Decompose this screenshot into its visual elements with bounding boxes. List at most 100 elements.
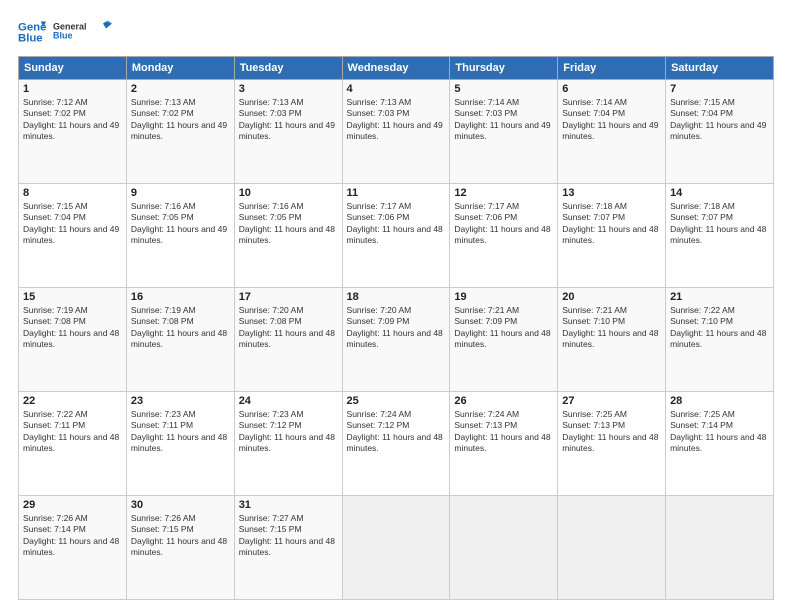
- day-number: 20: [562, 291, 661, 303]
- header-row: SundayMondayTuesdayWednesdayThursdayFrid…: [19, 57, 774, 80]
- day-info: Sunrise: 7:26 AMSunset: 7:15 PMDaylight:…: [131, 513, 227, 557]
- svg-text:Blue: Blue: [53, 31, 73, 41]
- day-info: Sunrise: 7:22 AMSunset: 7:10 PMDaylight:…: [670, 305, 766, 349]
- day-number: 28: [670, 395, 769, 407]
- day-info: Sunrise: 7:18 AMSunset: 7:07 PMDaylight:…: [562, 201, 658, 245]
- day-info: Sunrise: 7:25 AMSunset: 7:13 PMDaylight:…: [562, 409, 658, 453]
- calendar-cell: 2 Sunrise: 7:13 AMSunset: 7:02 PMDayligh…: [126, 80, 234, 184]
- weekday-header-saturday: Saturday: [666, 57, 774, 80]
- day-info: Sunrise: 7:18 AMSunset: 7:07 PMDaylight:…: [670, 201, 766, 245]
- day-number: 9: [131, 187, 230, 199]
- day-info: Sunrise: 7:21 AMSunset: 7:09 PMDaylight:…: [454, 305, 550, 349]
- day-info: Sunrise: 7:20 AMSunset: 7:09 PMDaylight:…: [347, 305, 443, 349]
- calendar-cell: 27 Sunrise: 7:25 AMSunset: 7:13 PMDaylig…: [558, 392, 666, 496]
- day-number: 17: [239, 291, 338, 303]
- calendar-week-4: 22 Sunrise: 7:22 AMSunset: 7:11 PMDaylig…: [19, 392, 774, 496]
- day-info: Sunrise: 7:15 AMSunset: 7:04 PMDaylight:…: [670, 97, 766, 141]
- svg-text:Blue: Blue: [18, 33, 43, 45]
- calendar-cell: 30 Sunrise: 7:26 AMSunset: 7:15 PMDaylig…: [126, 496, 234, 600]
- calendar-cell: 25 Sunrise: 7:24 AMSunset: 7:12 PMDaylig…: [342, 392, 450, 496]
- calendar-cell: 24 Sunrise: 7:23 AMSunset: 7:12 PMDaylig…: [234, 392, 342, 496]
- day-info: Sunrise: 7:13 AMSunset: 7:03 PMDaylight:…: [347, 97, 443, 141]
- day-number: 15: [23, 291, 122, 303]
- calendar-week-5: 29 Sunrise: 7:26 AMSunset: 7:14 PMDaylig…: [19, 496, 774, 600]
- day-number: 30: [131, 499, 230, 511]
- calendar-cell: 7 Sunrise: 7:15 AMSunset: 7:04 PMDayligh…: [666, 80, 774, 184]
- day-number: 4: [347, 83, 446, 95]
- day-info: Sunrise: 7:17 AMSunset: 7:06 PMDaylight:…: [347, 201, 443, 245]
- calendar-cell: 5 Sunrise: 7:14 AMSunset: 7:03 PMDayligh…: [450, 80, 558, 184]
- calendar-cell: 10 Sunrise: 7:16 AMSunset: 7:05 PMDaylig…: [234, 184, 342, 288]
- calendar-cell: 18 Sunrise: 7:20 AMSunset: 7:09 PMDaylig…: [342, 288, 450, 392]
- weekday-header-friday: Friday: [558, 57, 666, 80]
- day-info: Sunrise: 7:25 AMSunset: 7:14 PMDaylight:…: [670, 409, 766, 453]
- day-info: Sunrise: 7:23 AMSunset: 7:12 PMDaylight:…: [239, 409, 335, 453]
- day-number: 23: [131, 395, 230, 407]
- calendar-table: SundayMondayTuesdayWednesdayThursdayFrid…: [18, 56, 774, 600]
- day-info: Sunrise: 7:19 AMSunset: 7:08 PMDaylight:…: [131, 305, 227, 349]
- calendar-body: 1 Sunrise: 7:12 AMSunset: 7:02 PMDayligh…: [19, 80, 774, 600]
- weekday-header-wednesday: Wednesday: [342, 57, 450, 80]
- day-number: 14: [670, 187, 769, 199]
- day-number: 22: [23, 395, 122, 407]
- calendar-cell: 15 Sunrise: 7:19 AMSunset: 7:08 PMDaylig…: [19, 288, 127, 392]
- day-number: 24: [239, 395, 338, 407]
- weekday-header-monday: Monday: [126, 57, 234, 80]
- day-number: 11: [347, 187, 446, 199]
- day-info: Sunrise: 7:12 AMSunset: 7:02 PMDaylight:…: [23, 97, 119, 141]
- day-info: Sunrise: 7:13 AMSunset: 7:02 PMDaylight:…: [131, 97, 227, 141]
- day-number: 31: [239, 499, 338, 511]
- calendar-cell: 31 Sunrise: 7:27 AMSunset: 7:15 PMDaylig…: [234, 496, 342, 600]
- calendar-cell: 3 Sunrise: 7:13 AMSunset: 7:03 PMDayligh…: [234, 80, 342, 184]
- calendar-cell: 23 Sunrise: 7:23 AMSunset: 7:11 PMDaylig…: [126, 392, 234, 496]
- page: General Blue General Blue SundayMondayTu…: [0, 0, 792, 612]
- calendar-cell: 12 Sunrise: 7:17 AMSunset: 7:06 PMDaylig…: [450, 184, 558, 288]
- day-info: Sunrise: 7:24 AMSunset: 7:13 PMDaylight:…: [454, 409, 550, 453]
- day-number: 2: [131, 83, 230, 95]
- day-number: 1: [23, 83, 122, 95]
- logo: General Blue General Blue: [18, 16, 112, 48]
- svg-text:General: General: [53, 22, 87, 32]
- day-info: Sunrise: 7:16 AMSunset: 7:05 PMDaylight:…: [131, 201, 227, 245]
- day-number: 6: [562, 83, 661, 95]
- calendar-cell: 13 Sunrise: 7:18 AMSunset: 7:07 PMDaylig…: [558, 184, 666, 288]
- day-number: 5: [454, 83, 553, 95]
- day-number: 3: [239, 83, 338, 95]
- calendar-cell: 1 Sunrise: 7:12 AMSunset: 7:02 PMDayligh…: [19, 80, 127, 184]
- day-info: Sunrise: 7:15 AMSunset: 7:04 PMDaylight:…: [23, 201, 119, 245]
- calendar-cell: 4 Sunrise: 7:13 AMSunset: 7:03 PMDayligh…: [342, 80, 450, 184]
- day-number: 18: [347, 291, 446, 303]
- calendar-cell: 9 Sunrise: 7:16 AMSunset: 7:05 PMDayligh…: [126, 184, 234, 288]
- day-info: Sunrise: 7:21 AMSunset: 7:10 PMDaylight:…: [562, 305, 658, 349]
- calendar-cell: 29 Sunrise: 7:26 AMSunset: 7:14 PMDaylig…: [19, 496, 127, 600]
- day-number: 7: [670, 83, 769, 95]
- calendar-cell: [558, 496, 666, 600]
- day-number: 16: [131, 291, 230, 303]
- calendar-cell: [450, 496, 558, 600]
- day-number: 8: [23, 187, 122, 199]
- day-number: 27: [562, 395, 661, 407]
- day-info: Sunrise: 7:26 AMSunset: 7:14 PMDaylight:…: [23, 513, 119, 557]
- calendar-cell: 6 Sunrise: 7:14 AMSunset: 7:04 PMDayligh…: [558, 80, 666, 184]
- calendar-cell: [342, 496, 450, 600]
- calendar-cell: 14 Sunrise: 7:18 AMSunset: 7:07 PMDaylig…: [666, 184, 774, 288]
- calendar-cell: [666, 496, 774, 600]
- header: General Blue General Blue: [18, 16, 774, 48]
- day-info: Sunrise: 7:27 AMSunset: 7:15 PMDaylight:…: [239, 513, 335, 557]
- calendar-week-3: 15 Sunrise: 7:19 AMSunset: 7:08 PMDaylig…: [19, 288, 774, 392]
- day-number: 10: [239, 187, 338, 199]
- day-info: Sunrise: 7:14 AMSunset: 7:03 PMDaylight:…: [454, 97, 550, 141]
- calendar-cell: 26 Sunrise: 7:24 AMSunset: 7:13 PMDaylig…: [450, 392, 558, 496]
- day-info: Sunrise: 7:16 AMSunset: 7:05 PMDaylight:…: [239, 201, 335, 245]
- day-number: 19: [454, 291, 553, 303]
- calendar-cell: 20 Sunrise: 7:21 AMSunset: 7:10 PMDaylig…: [558, 288, 666, 392]
- weekday-header-tuesday: Tuesday: [234, 57, 342, 80]
- day-info: Sunrise: 7:24 AMSunset: 7:12 PMDaylight:…: [347, 409, 443, 453]
- calendar-cell: 16 Sunrise: 7:19 AMSunset: 7:08 PMDaylig…: [126, 288, 234, 392]
- day-number: 13: [562, 187, 661, 199]
- weekday-header-thursday: Thursday: [450, 57, 558, 80]
- calendar-cell: 17 Sunrise: 7:20 AMSunset: 7:08 PMDaylig…: [234, 288, 342, 392]
- calendar-cell: 28 Sunrise: 7:25 AMSunset: 7:14 PMDaylig…: [666, 392, 774, 496]
- day-info: Sunrise: 7:17 AMSunset: 7:06 PMDaylight:…: [454, 201, 550, 245]
- calendar-header: SundayMondayTuesdayWednesdayThursdayFrid…: [19, 57, 774, 80]
